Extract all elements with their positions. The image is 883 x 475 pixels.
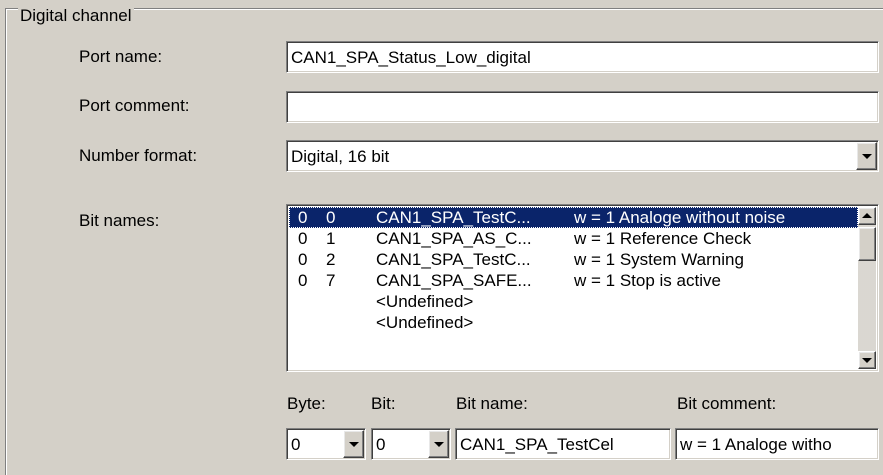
list-item-bit: 2 <box>326 250 336 269</box>
list-item-bit: 0 <box>326 208 336 227</box>
bit-names-scrollbar[interactable] <box>858 207 876 369</box>
list-item-comment: w = 1 Stop is active <box>574 271 721 290</box>
port-name-input[interactable]: CAN1_SPA_Status_Low_digital <box>286 41 879 73</box>
port-name-label: Port name: <box>79 47 163 66</box>
port-comment-input[interactable] <box>286 91 879 123</box>
scroll-thumb[interactable] <box>858 227 876 261</box>
list-item-comment: w = 1 Analoge without noise <box>574 208 786 227</box>
list-item-byte: 0 <box>298 271 308 290</box>
list-item[interactable]: 0 1 CAN1_SPA_AS_C... w = 1 Reference Check <box>289 228 858 249</box>
list-item-name: CAN1_SPA_TestC... <box>376 208 531 227</box>
bit-comment-input[interactable]: w = 1 Analoge witho <box>675 428 879 460</box>
chevron-down-icon <box>348 442 359 447</box>
bit-name-input[interactable]: CAN1_SPA_TestCel <box>455 428 671 460</box>
chevron-down-icon <box>861 154 872 159</box>
byte-dropdown-button[interactable] <box>343 430 364 458</box>
scroll-up-button[interactable] <box>858 207 876 225</box>
bit-select[interactable]: 0 <box>371 428 451 460</box>
bit-dropdown-button[interactable] <box>428 430 449 458</box>
scroll-up-arrow-icon <box>862 213 872 218</box>
bit-names-list: 0 0 CAN1_SPA_TestC... w = 1 Analoge without… <box>289 207 858 369</box>
scroll-down-arrow-icon <box>862 358 872 363</box>
number-format-dropdown-button[interactable] <box>856 142 877 170</box>
list-item-name: CAN1_SPA_SAFE... <box>376 271 532 290</box>
list-item-name: CAN1_SPA_AS_C... <box>376 229 532 248</box>
list-item-name: CAN1_SPA_TestC... <box>376 250 531 269</box>
number-format-label: Number format: <box>79 146 198 165</box>
bit-names-listbox[interactable]: 0 0 CAN1_SPA_TestC... w = 1 Analoge without… <box>286 204 879 372</box>
bit-value: 0 <box>376 435 386 454</box>
list-item-byte: 0 <box>298 229 308 248</box>
chevron-down-icon <box>433 442 444 447</box>
list-item[interactable]: 0 2 CAN1_SPA_TestC... w = 1 System Warning <box>289 249 858 270</box>
scroll-down-button[interactable] <box>858 351 876 369</box>
list-item-comment: w = 1 System Warning <box>574 250 744 269</box>
byte-value: 0 <box>291 435 301 454</box>
list-item[interactable]: 0 7 CAN1_SPA_SAFE... w = 1 Stop is active <box>289 270 858 291</box>
number-format-value: Digital, 16 bit <box>291 147 390 166</box>
bit-name-label: Bit name: <box>456 394 528 413</box>
bit-label: Bit: <box>371 394 396 413</box>
list-item-byte: 0 <box>298 208 308 227</box>
bit-names-label: Bit names: <box>79 211 160 230</box>
list-item-bit: 7 <box>326 271 336 290</box>
number-format-select[interactable]: Digital, 16 bit <box>286 140 879 172</box>
list-item-name: <Undefined> <box>376 313 474 332</box>
list-item-byte: 0 <box>298 250 308 269</box>
list-item[interactable]: 0 0 CAN1_SPA_TestC... w = 1 Analoge without… <box>289 207 858 228</box>
byte-select[interactable]: 0 <box>286 428 366 460</box>
list-item[interactable]: <Undefined> <box>289 312 858 333</box>
byte-label: Byte: <box>287 394 326 413</box>
list-item[interactable]: <Undefined> <box>289 291 858 312</box>
list-item-bit: 1 <box>326 229 336 248</box>
port-comment-label: Port comment: <box>79 96 190 115</box>
group-title: Digital channel <box>18 6 134 25</box>
list-item-name: <Undefined> <box>376 292 474 311</box>
list-item-comment: w = 1 Reference Check <box>574 229 752 248</box>
bit-comment-label: Bit comment: <box>677 394 777 413</box>
